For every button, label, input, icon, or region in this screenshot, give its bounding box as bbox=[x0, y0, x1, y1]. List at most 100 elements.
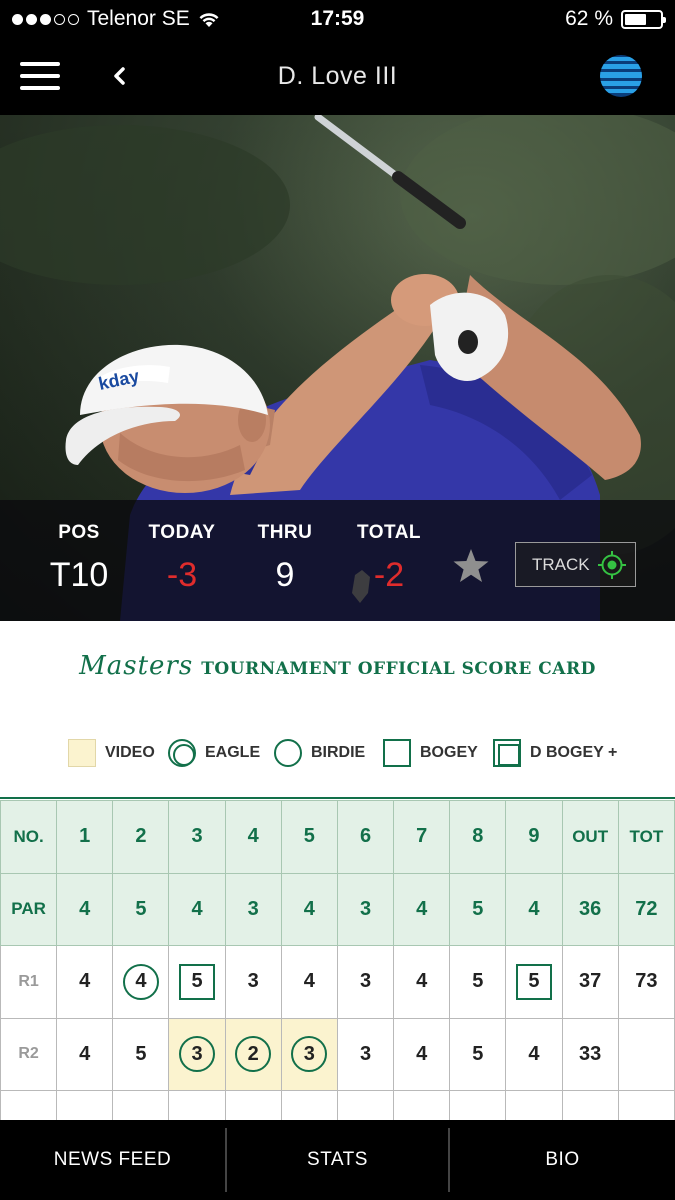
table-cell: 4 bbox=[168, 872, 226, 946]
table-cell: 73 bbox=[617, 945, 675, 1019]
table-cell bbox=[112, 1090, 170, 1120]
table-cell: 3 bbox=[336, 872, 395, 946]
video-cell[interactable]: 3 bbox=[280, 1017, 338, 1091]
legend-video: VIDEO bbox=[68, 739, 155, 767]
table-cell: 3 bbox=[168, 800, 226, 874]
scorecard-table: NO. 1 2 3 4 5 6 7 8 9 OUT TOT PAR 4 5 4 … bbox=[0, 800, 675, 1120]
table-cell bbox=[168, 1090, 226, 1120]
table-cell bbox=[336, 1090, 395, 1120]
table-cell: 4 bbox=[393, 872, 451, 946]
table-cell: 4 bbox=[505, 1017, 563, 1091]
legend-double-bogey: D BOGEY + bbox=[493, 739, 617, 767]
table-cell bbox=[280, 1090, 338, 1120]
table-cell: 5 bbox=[449, 872, 507, 946]
player-hero: kday POS T10 TODAY -3 THRU 9 TOTAL -2 TR… bbox=[0, 115, 675, 621]
table-cell: TOT bbox=[617, 800, 675, 874]
table-cell: R1 bbox=[0, 945, 58, 1019]
bottom-nav: NEWS FEED STATS BIO bbox=[0, 1120, 675, 1200]
table-cell: PAR bbox=[0, 872, 58, 946]
masters-logo-text: Masters bbox=[79, 651, 194, 681]
table-cell: 4 bbox=[280, 945, 338, 1019]
table-cell bbox=[393, 1090, 451, 1120]
table-cell bbox=[224, 1090, 282, 1120]
par-row: PAR 4 5 4 3 4 3 4 5 4 36 72 bbox=[0, 872, 675, 946]
legend-bogey: BOGEY bbox=[383, 739, 478, 767]
stat-total: TOTAL -2 bbox=[356, 522, 422, 594]
round-1-row: R1 4 4 5 3 4 3 4 5 5 37 73 bbox=[0, 945, 675, 1019]
table-cell: 5 bbox=[112, 1017, 170, 1091]
video-cell[interactable]: 3 bbox=[168, 1017, 226, 1091]
scorecard-legend: VIDEO EAGLE BIRDIE BOGEY D BOGEY + bbox=[0, 739, 675, 773]
table-cell: 5 bbox=[112, 872, 170, 946]
table-cell: OUT bbox=[561, 800, 619, 874]
status-right: 62 % bbox=[565, 7, 666, 31]
table-cell: 3 bbox=[336, 1017, 395, 1091]
table-cell: 5 bbox=[449, 945, 507, 1019]
bogey-swatch bbox=[383, 739, 411, 767]
tab-stats[interactable]: STATS bbox=[227, 1120, 448, 1200]
table-cell bbox=[617, 1090, 675, 1120]
track-button[interactable]: TRACK bbox=[515, 542, 636, 587]
table-cell bbox=[561, 1090, 619, 1120]
table-cell: 4 bbox=[505, 872, 563, 946]
table-cell bbox=[505, 1090, 563, 1120]
battery-percent: 62 % bbox=[565, 7, 613, 30]
birdie-swatch bbox=[274, 739, 302, 767]
table-cell bbox=[0, 1090, 58, 1120]
tab-bio[interactable]: BIO bbox=[450, 1120, 675, 1200]
table-cell: 72 bbox=[617, 872, 675, 946]
table-cell: R2 bbox=[0, 1017, 58, 1091]
scorecard-title: Masters TOURNAMENT OFFICIAL SCORE CARD bbox=[0, 651, 675, 681]
table-cell: 5 bbox=[505, 945, 563, 1019]
table-cell: 4 bbox=[393, 945, 451, 1019]
stat-thru: THRU 9 bbox=[257, 522, 313, 594]
video-swatch bbox=[68, 739, 96, 767]
status-bar: Telenor SE 17:59 62 % bbox=[0, 0, 675, 38]
birdie-mark: 4 bbox=[122, 963, 159, 1000]
table-cell bbox=[617, 1017, 675, 1091]
bogey-mark: 5 bbox=[515, 963, 552, 1000]
stat-today: TODAY -3 bbox=[148, 522, 216, 594]
player-stats-bar: POS T10 TODAY -3 THRU 9 TOTAL -2 TRACK bbox=[0, 500, 675, 621]
nav-header: D. Love III bbox=[0, 38, 675, 115]
scorecard-title-text: TOURNAMENT OFFICIAL SCORE CARD bbox=[201, 659, 596, 679]
birdie-mark: 2 bbox=[235, 1036, 272, 1073]
round-2-row: R2 4 5 3 2 3 3 4 5 4 33 bbox=[0, 1017, 675, 1091]
table-cell: 6 bbox=[336, 800, 395, 874]
table-cell: 4 bbox=[280, 872, 338, 946]
scorecard: Masters TOURNAMENT OFFICIAL SCORE CARD VI… bbox=[0, 621, 675, 1120]
table-cell: 4 bbox=[56, 1017, 114, 1091]
table-cell: 36 bbox=[561, 872, 619, 946]
table-cell: 3 bbox=[224, 872, 282, 946]
birdie-mark: 3 bbox=[291, 1036, 328, 1073]
legend-birdie: BIRDIE bbox=[274, 739, 365, 767]
video-cell[interactable]: 2 bbox=[224, 1017, 282, 1091]
legend-eagle: EAGLE bbox=[168, 739, 260, 767]
birdie-mark: 3 bbox=[179, 1036, 216, 1073]
stat-position: POS T10 bbox=[49, 522, 109, 594]
eagle-swatch bbox=[168, 739, 196, 767]
att-logo-icon[interactable] bbox=[599, 54, 643, 98]
table-cell: 3 bbox=[224, 945, 282, 1019]
table-cell: 4 bbox=[393, 1017, 451, 1091]
table-cell: 37 bbox=[561, 945, 619, 1019]
round-3-row bbox=[0, 1090, 675, 1120]
table-cell: 3 bbox=[336, 945, 395, 1019]
page-title: D. Love III bbox=[277, 62, 398, 90]
track-button-label: TRACK bbox=[532, 555, 590, 574]
table-cell: 5 bbox=[449, 1017, 507, 1091]
favorite-star-icon[interactable] bbox=[452, 548, 490, 584]
table-cell: 2 bbox=[112, 800, 170, 874]
table-cell: 9 bbox=[505, 800, 563, 874]
bogey-mark: 5 bbox=[179, 963, 216, 1000]
table-cell bbox=[56, 1090, 114, 1120]
tab-news-feed[interactable]: NEWS FEED bbox=[0, 1120, 225, 1200]
table-cell: 8 bbox=[449, 800, 507, 874]
table-cell: 4 bbox=[224, 800, 282, 874]
target-icon bbox=[598, 551, 626, 579]
table-cell bbox=[449, 1090, 507, 1120]
table-cell: 4 bbox=[56, 872, 114, 946]
table-cell: 7 bbox=[393, 800, 451, 874]
table-cell: 4 bbox=[56, 945, 114, 1019]
table-cell: 5 bbox=[168, 945, 226, 1019]
